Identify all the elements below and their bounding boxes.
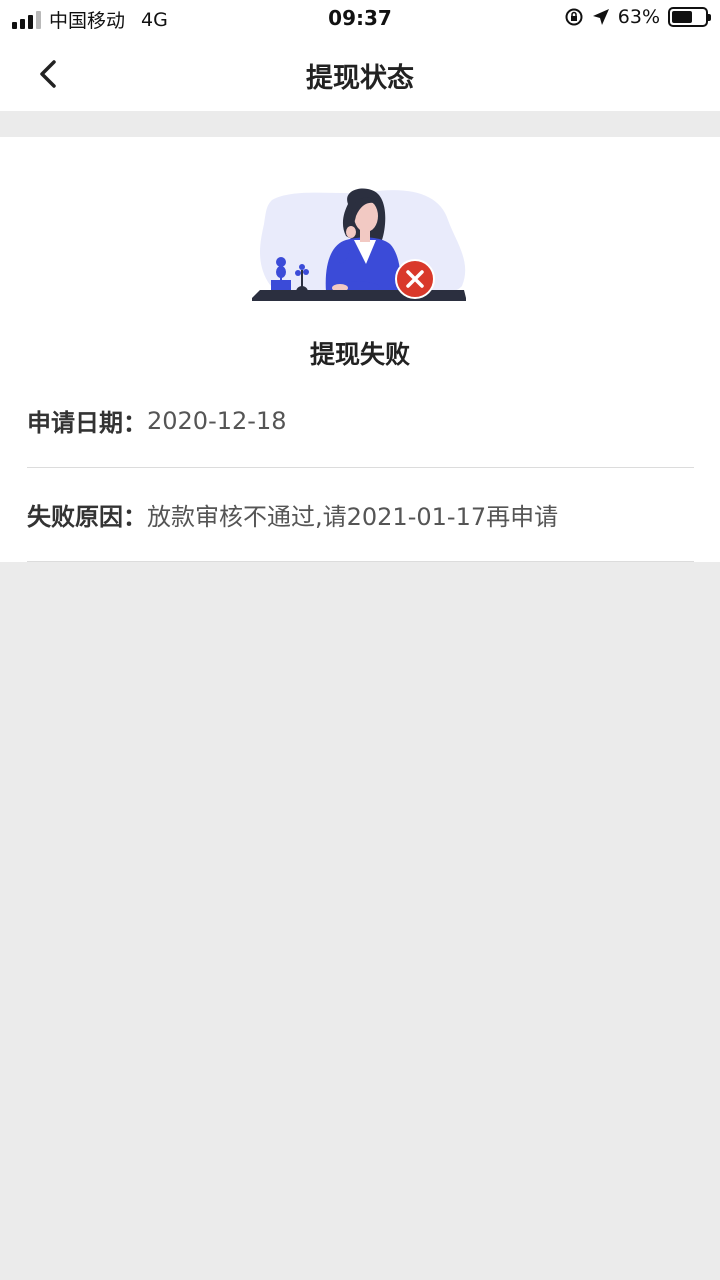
page-title: 提现状态 xyxy=(306,63,414,94)
woman-at-desk-failed-illustration xyxy=(252,188,466,301)
rotation-lock-icon xyxy=(565,8,583,26)
detail-label: 申请日期： xyxy=(27,409,147,437)
battery-icon xyxy=(668,7,711,27)
detail-row-date: 申请日期： 2020-12-18 xyxy=(27,374,694,468)
location-arrow-icon xyxy=(592,9,609,25)
detail-value: 放款审核不通过,请2021-01-17再申请 xyxy=(147,503,559,531)
nav-bar: 提现状态 xyxy=(0,36,720,111)
close-circle-icon xyxy=(395,259,435,299)
result-title: 提现失败 xyxy=(309,340,410,369)
detail-value: 2020-12-18 xyxy=(147,406,287,435)
battery-level xyxy=(672,11,693,23)
status-card: 提现失败 申请日期： 2020-12-18 失败原因： 放款审核不通过,请202… xyxy=(0,137,720,562)
battery-percent: 63% xyxy=(617,6,660,28)
detail-label: 失败原因： xyxy=(27,503,147,531)
status-bar: 中国移动 4G 09:37 63% xyxy=(0,0,720,36)
detail-row-reason: 失败原因： 放款审核不通过,请2021-01-17再申请 xyxy=(27,468,694,562)
status-right: 63% xyxy=(564,6,711,28)
